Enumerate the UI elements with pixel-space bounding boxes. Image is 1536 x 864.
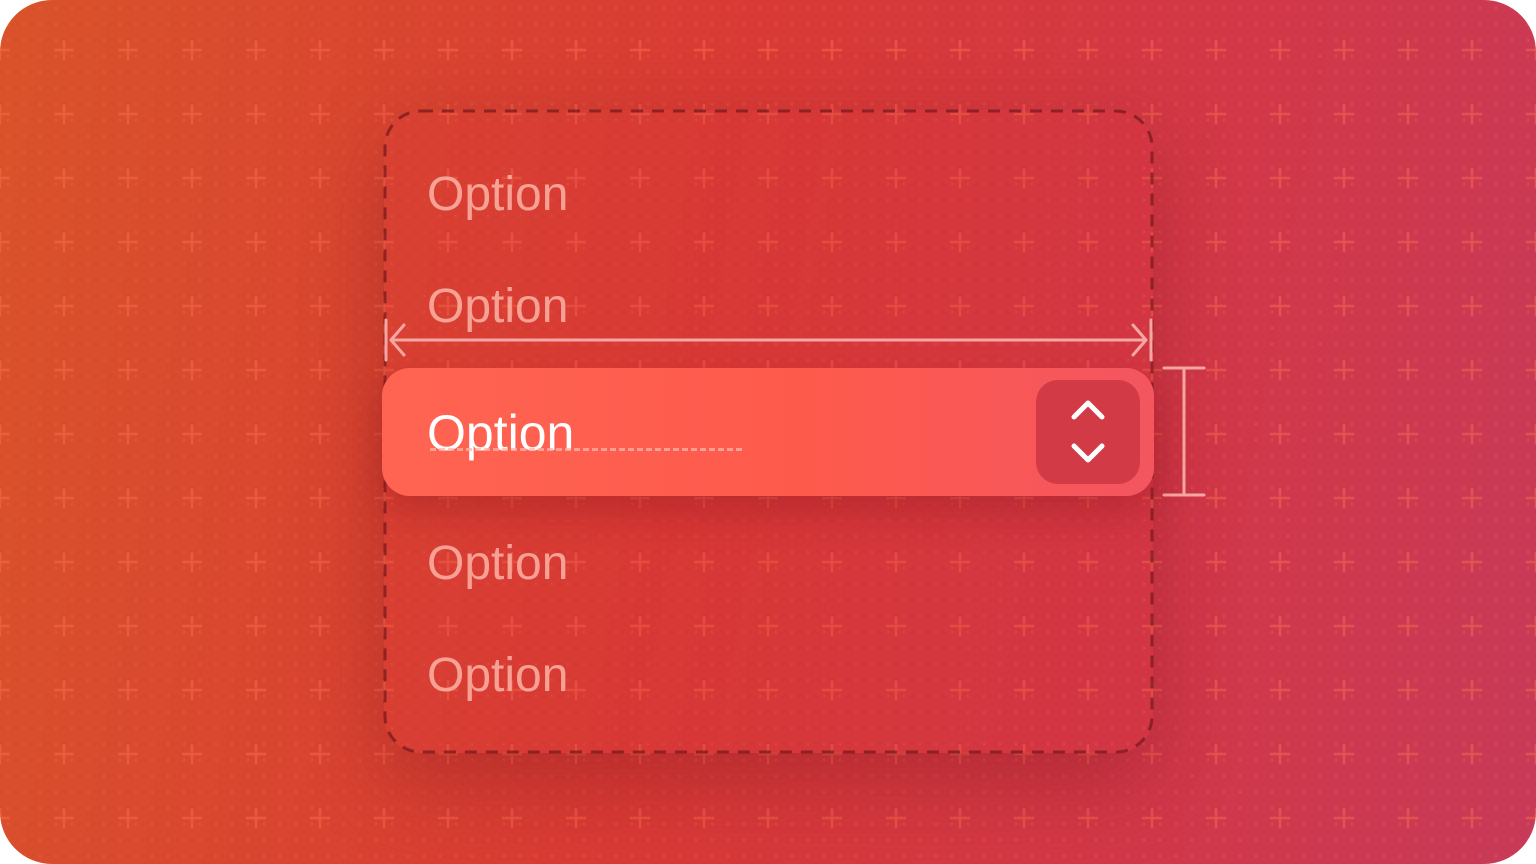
menu-option[interactable]: Option [427,279,568,335]
menu-option[interactable]: Option [427,167,568,223]
text-baseline-guide [430,448,742,451]
select-value: Option [427,405,575,461]
menu-option[interactable]: Option [427,648,568,704]
illustration-canvas: Option Option Option Option Option [0,0,1536,864]
select-stepper[interactable] [1036,380,1140,484]
chevron-down-icon [1071,443,1105,463]
popup-select[interactable]: Option [382,368,1154,496]
chevron-up-icon [1071,400,1105,420]
menu-option[interactable]: Option [427,536,568,592]
